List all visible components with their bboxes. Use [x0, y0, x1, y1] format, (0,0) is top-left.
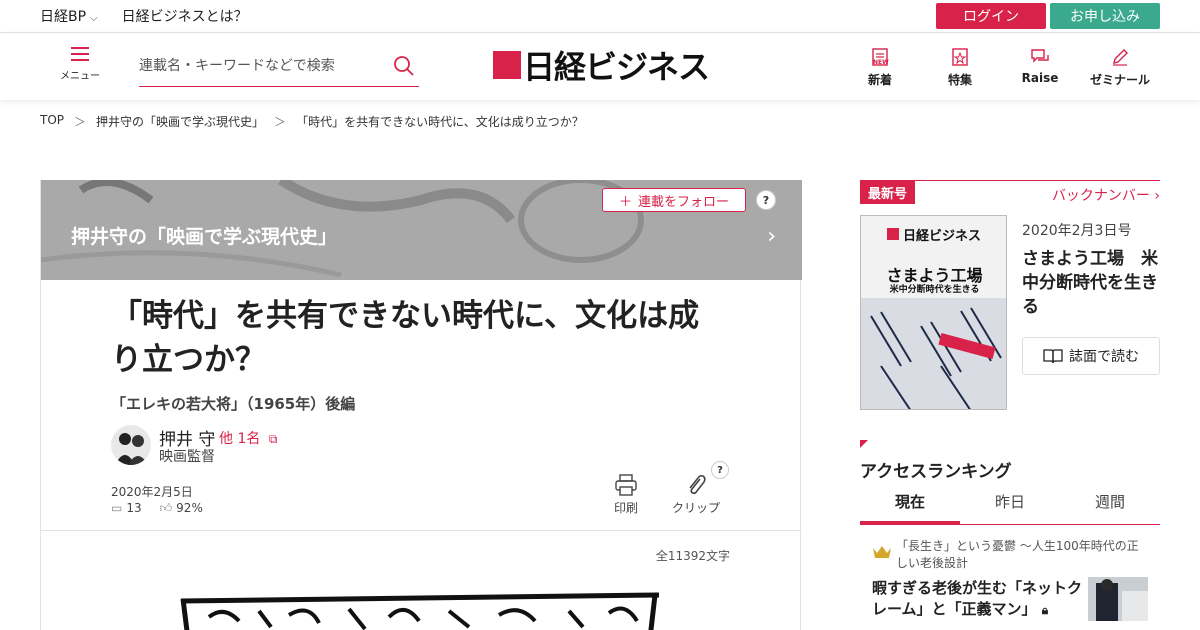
ranking-corner-mark	[860, 440, 868, 448]
breadcrumb-series[interactable]: 押井守の「映画で学ぶ現代史」	[96, 113, 264, 130]
chevron-right-icon: ›	[1154, 188, 1160, 204]
site-logo[interactable]: 日経ビジネス	[493, 45, 710, 86]
magazine-cover[interactable]: 日経ビジネス さまよう工場 米中分断時代を生きる	[860, 215, 1007, 410]
search-icon[interactable]	[393, 55, 415, 77]
printer-icon	[615, 474, 637, 496]
tab-ranking-weekly[interactable]: 週間	[1060, 486, 1160, 524]
signup-button[interactable]: お申し込み	[1050, 3, 1160, 29]
issue-title[interactable]: さまよう工場 米中分断時代を生きる	[1022, 247, 1162, 319]
chevron-down-icon: ⌵	[90, 13, 98, 24]
lock-icon: 🔒︎	[1041, 603, 1049, 617]
article-headline: 「時代」を共有できない時代に、文化は成り立つか？	[111, 298, 700, 378]
seminar-pen-icon	[1113, 49, 1128, 66]
author-more-link[interactable]: 他 1名 ⧉	[219, 428, 277, 448]
search-box	[139, 51, 419, 87]
tab-ranking-yesterday[interactable]: 昨日	[960, 486, 1060, 524]
article-subtitle: 「エレキの若大将」（1965年）後編	[111, 395, 356, 413]
nav-new-label: 新着	[867, 73, 892, 87]
like-rate[interactable]: 👍︎ 92%	[160, 501, 203, 516]
series-title: 押井守の「映画で学ぶ現代史」	[71, 226, 338, 248]
article-illustration	[180, 592, 660, 630]
backnumber-label: バックナンバー	[1051, 188, 1150, 204]
ranking-item-title-text: 暇すぎる老後が生む「ネットクレーム」と「正義マン」	[872, 579, 1083, 618]
breadcrumb-current: 「時代」を共有できない時代に、文化は成り立つか？	[296, 115, 584, 129]
raise-icon	[1031, 49, 1049, 63]
chevron-right-icon: ›	[767, 224, 776, 249]
cover-subtitle: 米中分断時代を生きる	[889, 285, 980, 295]
char-count: 全11392文字	[655, 549, 730, 563]
cover-logo: 日経ビジネス	[903, 229, 982, 244]
main-header: メニュー 日経ビジネス NEW 新着 特集 Raise	[0, 33, 1200, 100]
new-badge: NEW	[873, 59, 889, 66]
breadcrumb: TOP ＞ 押井守の「映画で学ぶ現代史」 ＞ 「時代」を共有できない時代に、文化…	[40, 113, 584, 130]
comment-icon: ▭	[111, 501, 123, 515]
ranking-item-thumbnail[interactable]	[1088, 577, 1148, 621]
follow-help-icon[interactable]: ?	[756, 190, 776, 210]
ranking-item-title: 暇すぎる老後が生む「ネットクレーム」と「正義マン」 🔒︎	[872, 578, 1082, 621]
like-rate-value: 92%	[176, 501, 203, 515]
login-button[interactable]: ログイン	[936, 3, 1046, 29]
menu-button[interactable]: メニュー	[58, 47, 102, 82]
latest-issue-tag: 最新号	[860, 181, 916, 204]
follow-label: 連載をフォロー	[638, 194, 730, 210]
search-input[interactable]	[139, 51, 379, 81]
thumbs-up-icon: 👍︎	[159, 501, 173, 515]
top-utility-bar: 日経BP ⌵ 日経ビジネスとは？ ログイン お申し込み	[0, 0, 1200, 33]
nav-feature-label: 特集	[947, 73, 972, 87]
article-card: 押井守の「映画で学ぶ現代史」 › ＋ 連載をフォロー ? 「時代」を共有できない…	[40, 180, 802, 630]
menu-label: メニュー	[60, 71, 100, 82]
ranking-item-series: 「長生き」という憂鬱 ～人生100年時代の正しい老後設計	[896, 539, 1139, 570]
paperclip-icon	[689, 474, 706, 495]
author-more-label: 他 1名	[219, 431, 261, 447]
author-role: 映画監督	[159, 449, 215, 465]
ranking-thumbnail-image	[1088, 577, 1148, 621]
print-label: 印刷	[613, 501, 638, 515]
clip-label: クリップ	[671, 501, 720, 515]
clip-button[interactable]: クリップ	[666, 474, 726, 516]
plus-icon: ＋	[618, 194, 632, 210]
nikkei-bp-link-label: 日経BP	[40, 9, 87, 25]
divider	[41, 530, 802, 531]
read-label: 誌面で読む	[1069, 349, 1139, 365]
nav-raise[interactable]: Raise	[1005, 47, 1075, 85]
nav-seminar-label: ゼミナール	[1089, 73, 1150, 87]
breadcrumb-separator: ＞	[274, 115, 287, 129]
author-photo	[115, 433, 148, 465]
feature-icon	[952, 48, 968, 66]
nav-feature[interactable]: 特集	[925, 47, 995, 88]
magazine-cover-image	[861, 216, 1006, 409]
author-avatar[interactable]	[111, 425, 151, 465]
nav-seminar[interactable]: ゼミナール	[1085, 47, 1155, 88]
comment-count[interactable]: ▭ 13	[111, 501, 142, 516]
nikkei-bp-link[interactable]: 日経BP ⌵	[40, 6, 98, 26]
ranking-tabs: 現在 昨日 週間	[860, 486, 1160, 525]
nav-raise-label: Raise	[1021, 71, 1059, 85]
comment-count-value: 13	[126, 501, 142, 515]
about-link[interactable]: 日経ビジネスとは？	[122, 6, 248, 26]
issue-date: 2020年2月3日号	[1022, 223, 1132, 239]
popup-window-icon: ⧉	[268, 432, 278, 446]
crown-icon	[873, 546, 891, 558]
clip-help-icon[interactable]: ?	[711, 461, 729, 479]
article-stats: ▭ 13 👍︎ 92%	[111, 501, 203, 516]
logo-text: 日経ビジネス	[523, 48, 710, 86]
open-book-icon	[1043, 349, 1063, 364]
nav-new-articles[interactable]: NEW 新着	[845, 47, 915, 88]
top-links: 日経BP ⌵ 日経ビジネスとは？	[40, 0, 248, 32]
read-in-magazine-button[interactable]: 誌面で読む	[1022, 337, 1160, 375]
publish-date: 2020年2月5日	[111, 485, 193, 499]
breadcrumb-top[interactable]: TOP	[40, 113, 64, 130]
backnumber-link[interactable]: バックナンバー ›	[1052, 185, 1160, 205]
follow-series-button[interactable]: ＋ 連載をフォロー	[602, 188, 746, 212]
ranking-title: アクセスランキング	[860, 462, 1012, 482]
logo-mark	[493, 51, 521, 79]
tab-ranking-now[interactable]: 現在	[860, 486, 960, 524]
breadcrumb-separator: ＞	[74, 115, 87, 129]
print-button[interactable]: 印刷	[606, 474, 646, 516]
latest-issue-header: 最新号 バックナンバー ›	[860, 180, 1160, 204]
hamburger-icon	[71, 47, 89, 61]
